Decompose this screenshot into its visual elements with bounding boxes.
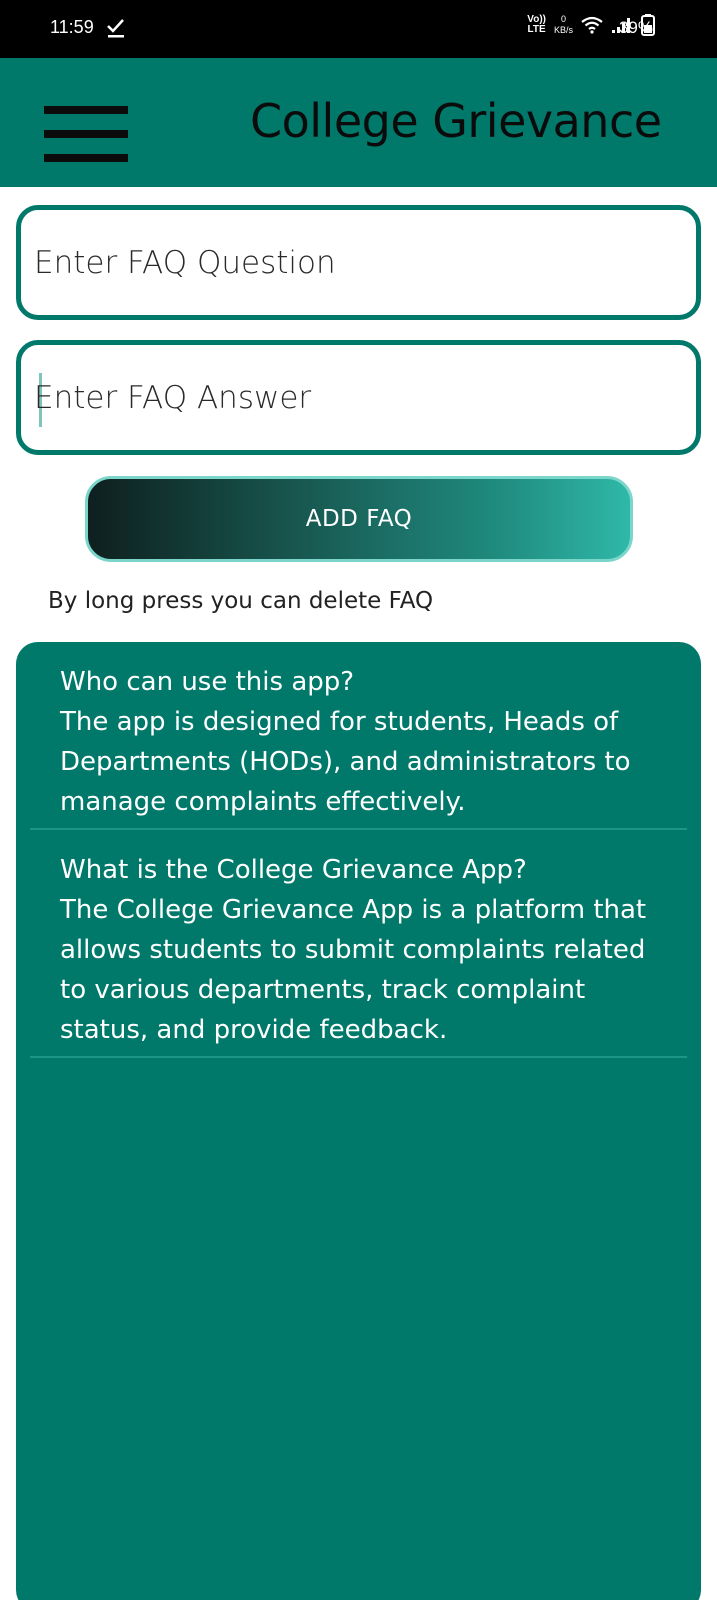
- delete-hint-text: By long press you can delete FAQ: [48, 588, 434, 614]
- status-time: 11:59: [50, 17, 94, 37]
- volte-icon: Vo)) LTE: [527, 14, 546, 35]
- faq-question-field: [16, 205, 701, 320]
- faq-divider: [30, 1056, 687, 1058]
- app-title: College Grievance: [250, 94, 662, 148]
- faq-list: Who can use this app? The app is designe…: [16, 642, 701, 1600]
- faq-answer-input[interactable]: [34, 345, 674, 450]
- faq-answer-text: The College Grievance App is a platform …: [60, 895, 647, 1045]
- faq-question-text: Who can use this app?: [60, 667, 355, 697]
- hamburger-menu-icon[interactable]: [44, 106, 128, 162]
- network-speed: 0 KB/s: [553, 14, 573, 35]
- app-bar: College Grievance: [0, 58, 717, 187]
- faq-list-item[interactable]: Who can use this app? The app is designe…: [16, 642, 701, 822]
- faq-answer-text: The app is designed for students, Heads …: [60, 707, 631, 817]
- battery-percent: 39%: [618, 18, 653, 37]
- wifi-icon: [581, 16, 603, 34]
- download-complete-icon: [107, 19, 124, 38]
- faq-question-text: What is the College Grievance App?: [60, 855, 527, 885]
- faq-list-item[interactable]: What is the College Grievance App? The C…: [16, 830, 701, 1050]
- add-faq-button[interactable]: ADD FAQ: [85, 476, 633, 562]
- faq-question-input[interactable]: [34, 210, 674, 315]
- faq-answer-field: [16, 340, 701, 455]
- status-bar: 11:59 Vo)) LTE 0 KB/s 39%: [0, 0, 717, 58]
